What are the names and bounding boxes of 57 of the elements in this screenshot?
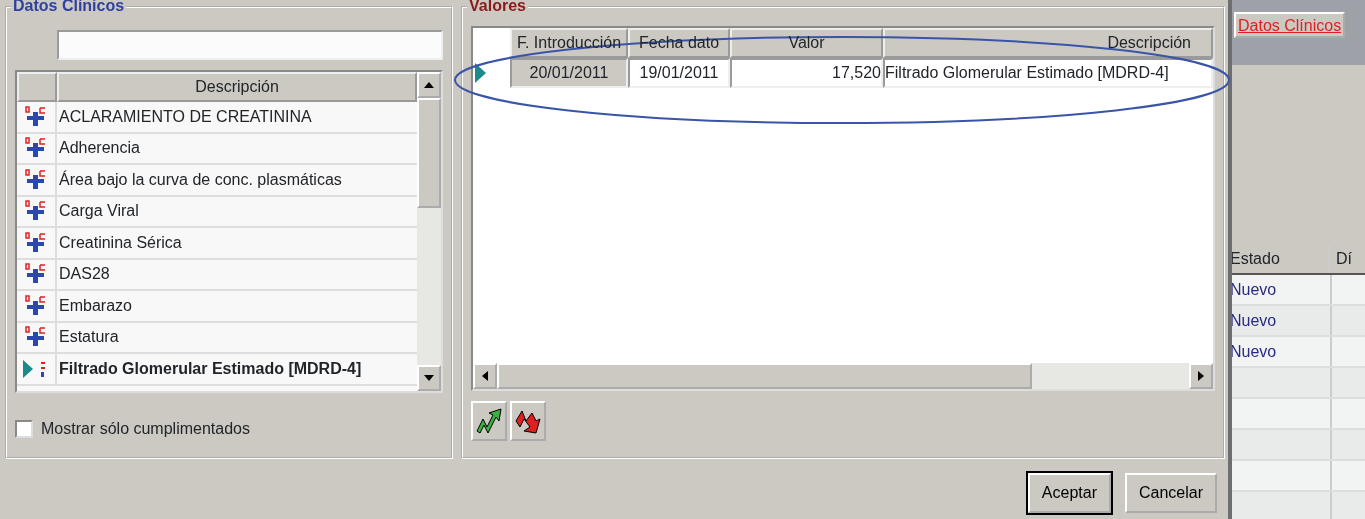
chart-up-arrow-icon — [475, 407, 503, 435]
list-item-text: Filtrado Glomerular Estimado [MDRD-4] — [59, 358, 362, 379]
scroll-thumb[interactable] — [497, 363, 1032, 389]
scroll-up-button[interactable] — [417, 72, 441, 98]
list-item-text: Área bajo la curva de conc. plasmáticas — [59, 169, 342, 190]
medical-cross-icon — [25, 263, 47, 286]
list-item-text: Estatura — [59, 327, 119, 348]
scroll-right-button[interactable] — [1189, 363, 1213, 389]
status-text: Nuevo — [1232, 310, 1277, 331]
list-row[interactable]: Estatura — [17, 322, 417, 354]
medical-cross-icon — [25, 231, 47, 254]
list-item-text: Adherencia — [59, 138, 140, 159]
checkbox[interactable] — [15, 420, 33, 438]
trend-down-button[interactable] — [510, 401, 546, 441]
list-row[interactable]: Adherencia — [17, 133, 417, 165]
list-item-text: Embarazo — [59, 295, 132, 316]
status-text: Nuevo — [1232, 341, 1277, 362]
column-header: Dí — [1335, 249, 1353, 269]
column-header[interactable]: Descripción — [883, 28, 1213, 58]
list-row[interactable]: Filtrado Glomerular Estimado [MDRD-4] — [17, 354, 417, 386]
scroll-thumb[interactable] — [417, 98, 441, 208]
left-arrow-icon — [482, 371, 488, 381]
list-row[interactable]: DAS28 — [17, 259, 417, 291]
medical-cross-icon — [25, 105, 47, 128]
list-row[interactable]: ACLARAMIENTO DE CREATININA — [17, 102, 417, 134]
list-item-text: ACLARAMIENTO DE CREATININA — [59, 106, 312, 127]
cancel-button[interactable]: Cancelar — [1124, 473, 1217, 513]
search-field[interactable] — [57, 30, 443, 60]
column-header[interactable]: F. Introducción — [510, 28, 628, 58]
column-header[interactable]: Valor — [730, 28, 883, 58]
scroll-left-button[interactable] — [473, 363, 497, 389]
table-cell: 19/01/2011 — [628, 58, 730, 88]
medical-cross-icon — [25, 137, 47, 160]
list-row[interactable]: Área bajo la curva de conc. plasmáticas — [17, 165, 417, 197]
list-item-text: DAS28 — [59, 264, 110, 285]
list-row[interactable]: Embarazo — [17, 291, 417, 323]
accept-button[interactable]: Aceptar — [1027, 473, 1111, 513]
list-row[interactable]: Creatinina Sérica — [17, 228, 417, 260]
list-row[interactable]: Carga Viral — [17, 196, 417, 228]
status-text: Nuevo — [1232, 279, 1277, 300]
table-cell: 20/01/2011 — [510, 58, 628, 88]
table-cell: Filtrado Glomerular Estimado [MDRD-4] — [883, 58, 1213, 88]
trend-up-button[interactable] — [471, 401, 507, 441]
table-cell: 17,520 — [730, 58, 883, 88]
checkbox-label: Mostrar sólo cumplimentados — [41, 419, 250, 439]
list-item-text: Carga Viral — [59, 201, 139, 222]
down-arrow-icon — [424, 375, 434, 381]
up-arrow-icon — [424, 82, 434, 88]
column-header: Estado — [1232, 245, 1330, 273]
medical-cross-icon — [25, 168, 47, 191]
medical-cross-icon — [25, 294, 47, 317]
right-arrow-icon — [1198, 371, 1204, 381]
medical-cross-icon — [25, 200, 47, 223]
list-item-text: Creatinina Sérica — [59, 232, 182, 253]
scroll-down-button[interactable] — [417, 365, 441, 391]
medical-cross-icon — [25, 326, 47, 349]
column-header[interactable]: Descripción — [57, 72, 417, 102]
